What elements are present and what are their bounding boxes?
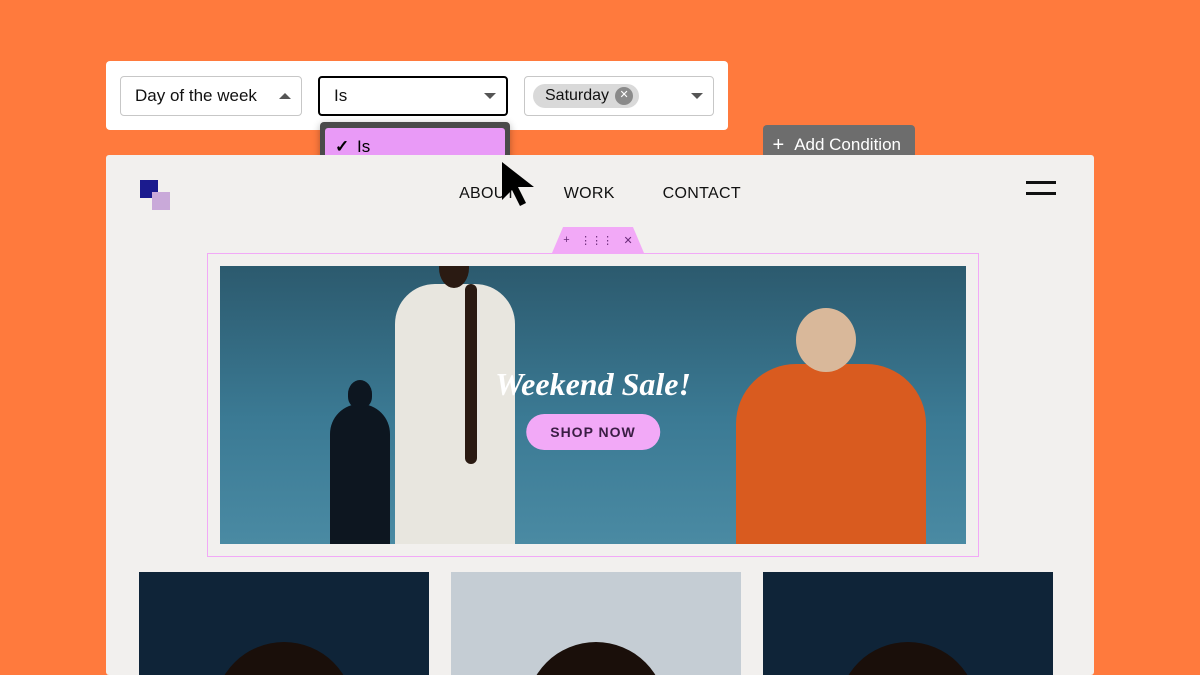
thumbnail[interactable] xyxy=(451,572,741,675)
plus-icon: + xyxy=(773,135,785,155)
plus-icon[interactable]: + xyxy=(563,234,569,246)
thumbnail[interactable] xyxy=(763,572,1053,675)
value-chip-label: Saturday xyxy=(545,87,609,105)
value-dropdown[interactable]: Saturday ✕ xyxy=(524,76,714,116)
caret-up-icon xyxy=(279,93,291,99)
website-canvas: ABOUT WORK CONTACT + ⋮⋮⋮ ✕ Weekend Sale!… xyxy=(106,155,1094,675)
hamburger-icon[interactable] xyxy=(1026,181,1056,203)
nav-work[interactable]: WORK xyxy=(564,185,615,203)
close-icon[interactable]: ✕ xyxy=(624,234,633,247)
thumbnail-row xyxy=(139,572,1053,675)
nav-contact[interactable]: CONTACT xyxy=(663,185,741,203)
drag-handle-icon[interactable]: ⋮⋮⋮ xyxy=(580,234,613,247)
logo-icon[interactable] xyxy=(140,180,170,210)
operator-dropdown[interactable]: Is ✓ Is Is Not xyxy=(318,76,508,116)
caret-down-icon xyxy=(484,93,496,99)
shop-now-button[interactable]: SHOP NOW xyxy=(526,414,660,450)
field-dropdown[interactable]: Day of the week xyxy=(120,76,302,116)
caret-down-icon xyxy=(691,93,703,99)
cursor-icon xyxy=(500,160,544,208)
check-icon: ✓ xyxy=(335,137,349,157)
selection-toolbar[interactable]: + ⋮⋮⋮ ✕ xyxy=(552,227,644,253)
condition-bar: Day of the week Is ✓ Is Is Not Saturday … xyxy=(106,61,728,130)
thumbnail[interactable] xyxy=(139,572,429,675)
hero-selection[interactable]: Weekend Sale! SHOP NOW xyxy=(207,253,979,557)
site-header: ABOUT WORK CONTACT xyxy=(106,155,1094,235)
hero-image: Weekend Sale! SHOP NOW xyxy=(220,266,966,544)
operator-dropdown-label: Is xyxy=(334,86,347,106)
field-dropdown-label: Day of the week xyxy=(135,86,257,106)
operator-option-label: Is xyxy=(357,137,370,157)
close-icon[interactable]: ✕ xyxy=(615,87,633,105)
value-chip[interactable]: Saturday ✕ xyxy=(533,84,639,108)
add-condition-label: Add Condition xyxy=(794,135,901,155)
hero-title: Weekend Sale! xyxy=(220,366,966,403)
